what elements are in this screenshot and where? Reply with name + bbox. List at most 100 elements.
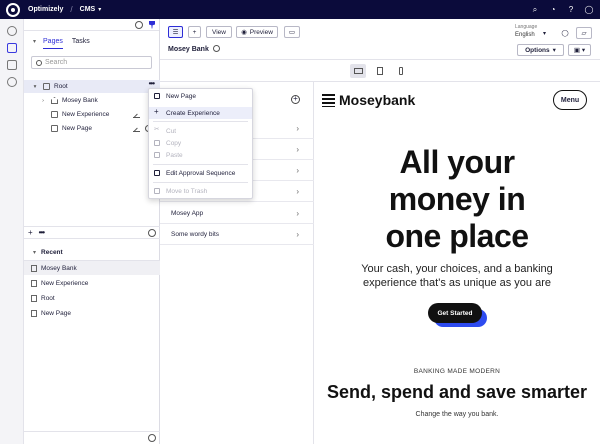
menu-item-new-page[interactable]: New Page [149,90,252,102]
optimizely-logo-icon[interactable] [6,2,20,17]
tree-node-label: New Experience [62,111,110,118]
section-heading: Send, spend and save smarter [326,382,588,402]
comments-button[interactable]: ◯ [558,27,572,39]
add-icon[interactable]: + [28,228,33,237]
chevron-right-icon[interactable]: › [39,98,47,104]
tree-node-label: New Page [62,125,92,132]
help-icon[interactable]: ? [566,5,576,15]
chevron-right-icon: › [296,208,299,218]
tree-node-mosey-bank[interactable]: › Mosey Bank [24,94,160,107]
chevron-down-icon[interactable]: ▾ [31,84,39,90]
tree-node-root[interactable]: ▾ Root ••• [24,79,160,93]
add-circle-icon[interactable]: + [291,95,300,104]
info-icon[interactable] [6,26,17,36]
tab-tasks[interactable]: Tasks [72,35,90,48]
desktop-view-button[interactable] [350,64,366,78]
tree-actions-bar: + ••• [24,226,160,239]
edit-pencil-icon[interactable] [133,111,140,118]
logo-text: Moseybank [339,92,416,108]
recent-item[interactable]: Root [24,291,160,305]
tree-node-new-page[interactable]: New Page [24,122,160,135]
tree-panel-toolbar [24,19,159,31]
chevron-down-icon: ▾ [552,47,556,54]
menu-button-label: Menu [560,96,580,104]
page-preview: Moseybank Menu All your money in one pla… [314,82,600,444]
tree-node-label: Mosey Bank [62,97,98,104]
more-options-icon[interactable]: ••• [149,79,155,88]
chevron-down-icon[interactable]: ▾ [33,38,36,45]
pin-icon[interactable] [149,20,155,29]
add-button[interactable]: + [188,26,201,38]
menu-item-edit-approval-sequence[interactable]: Edit Approval Sequence [149,167,252,179]
recent-item-label: Mosey Bank [41,264,77,272]
menu-divider [153,164,248,165]
view-button[interactable]: View [206,26,232,38]
settings-icon[interactable] [6,77,17,87]
moseybank-logo[interactable]: Moseybank [322,92,415,108]
get-started-button[interactable]: Get Started [428,303,482,323]
tree-node-new-experience[interactable]: New Experience [24,108,160,121]
toggle-tree-button[interactable]: ☰ [168,26,183,38]
mobile-view-button[interactable] [393,64,409,78]
list-item-some-wordy-bits[interactable]: Some wordy bits › [160,224,314,245]
menu-item-create-experience[interactable]: + Create Experience [149,107,252,119]
user-icon[interactable]: ◯ [584,5,594,15]
options-dropdown[interactable]: Options ▾ [517,44,564,56]
add-icon: + [192,28,197,36]
comment-icon: ◯ [561,30,569,37]
recent-item[interactable]: Mosey Bank [24,261,160,275]
language-select[interactable]: English [515,32,535,38]
recent-header[interactable]: ▾ Recent [24,245,160,261]
compare-icon: ▭ [288,29,296,36]
recent-footer [24,431,160,444]
preview-button[interactable]: ◉ Preview [236,26,278,38]
edit-pencil-icon[interactable] [133,125,140,132]
layout-dropdown[interactable]: ▣ ▾ [568,44,591,56]
section-eyebrow: BANKING MADE MODERN [413,368,501,375]
gear-icon[interactable] [148,228,156,237]
bell-icon[interactable]: ◔ [548,5,558,15]
search-input[interactable]: Search [45,59,67,66]
preview-button-label: Preview [249,28,273,36]
compare-button[interactable]: ▭ [284,26,300,38]
page-icon [51,125,58,132]
chevron-right-icon: › [296,144,299,154]
menu-item-cut[interactable]: ✂ Cut [149,125,252,137]
scissors-icon: ✂ [154,126,160,133]
chevron-down-icon[interactable]: ▾ [543,30,546,37]
page-title: Mosey Bank [168,45,220,53]
page-tree-panel: ▾ Pages Tasks Search ▾ Root ••• › Mosey … [24,19,160,444]
gear-icon[interactable] [148,434,156,442]
gear-icon[interactable] [135,20,143,29]
recent-item[interactable]: New Page [24,306,160,320]
list-item-mosey-app[interactable]: Mosey App › [160,203,314,224]
menu-item-label: New Page [166,92,196,100]
tree-search-box[interactable]: Search [31,56,152,69]
menu-item-paste[interactable]: Paste [149,149,252,161]
section-tagline: Change the way you bank. [415,411,499,418]
home-icon [51,97,58,104]
approval-icon [154,170,160,176]
paste-icon [154,152,160,158]
context-menu: New Page + Create Experience ✂ Cut Copy … [148,88,253,199]
list-icon: ☰ [172,29,179,36]
pages-tree-icon[interactable] [6,43,17,53]
menu-divider [153,121,248,122]
chevron-down-icon[interactable]: ▾ [33,249,36,256]
tablet-view-button[interactable] [372,64,388,78]
search-icon[interactable]: ⌕ [530,5,540,15]
clock-icon[interactable] [212,45,220,52]
product-switcher[interactable]: CMS [80,6,96,13]
recent-item[interactable]: New Experience [24,276,160,290]
analytics-icon[interactable] [6,60,17,70]
projects-button[interactable]: ▱ [576,27,592,39]
menu-item-copy[interactable]: Copy [149,137,252,149]
tab-pages[interactable]: Pages [43,35,63,49]
chevron-down-icon[interactable]: ▾ [98,6,101,13]
more-options-icon[interactable]: ••• [39,228,45,237]
menu-item-move-to-trash[interactable]: Move to Trash [149,185,252,197]
cta-label: Get Started [437,309,473,317]
hero-line: one place [385,218,529,254]
menu-button[interactable]: Menu [553,90,587,110]
list-item-label: Mosey App [171,209,204,217]
